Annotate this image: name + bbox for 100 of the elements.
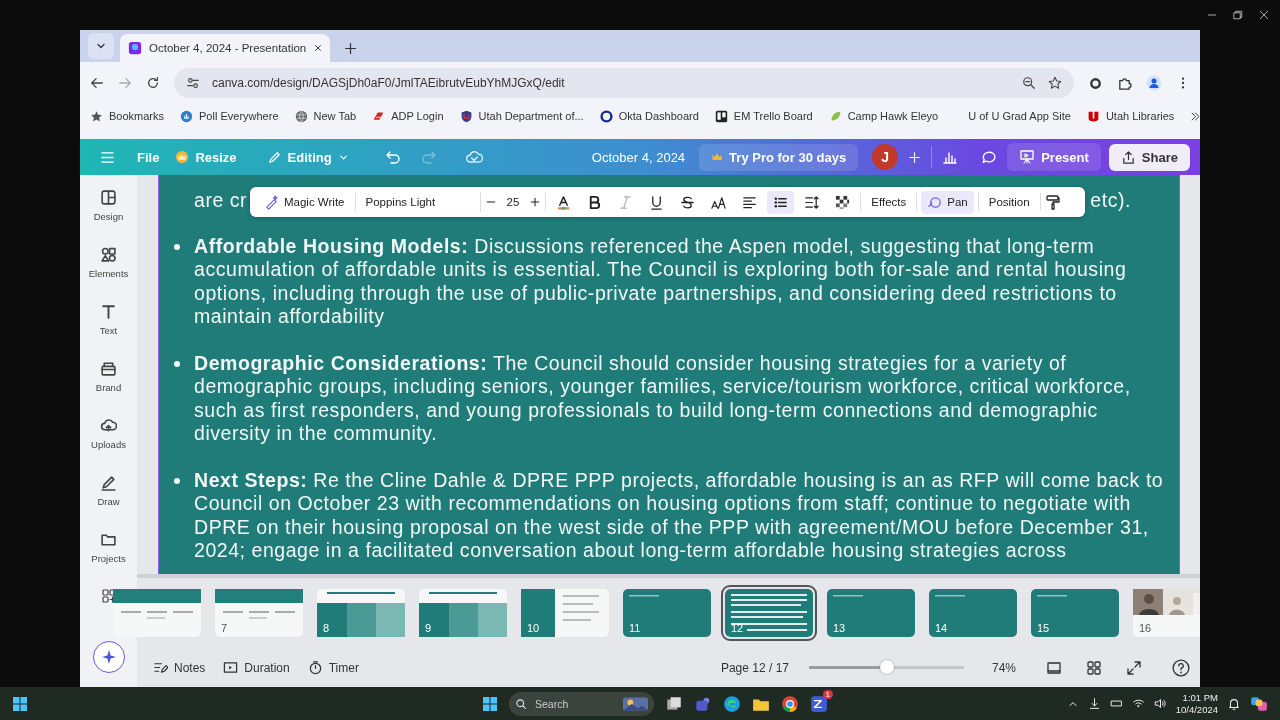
zoom-level[interactable]: 74% [984,660,1024,675]
bookmark-link[interactable]: Camp Hawk Eleyo [828,109,939,123]
magic-write-button[interactable]: Magic Write [258,190,351,214]
plus-icon[interactable] [529,196,542,208]
search-bar[interactable]: Search [509,691,654,716]
menu-icon[interactable] [100,149,115,165]
slide-thumbnail[interactable] [419,589,507,637]
help-icon[interactable] [1172,658,1190,677]
puzzle-icon[interactable] [1117,75,1132,91]
search-field[interactable]: Search [533,696,617,711]
slide-thumbnail[interactable] [317,589,405,637]
bookmark-link[interactable]: Utah Department of... [459,109,584,123]
present-button[interactable]: Present [1007,143,1101,171]
site-info-icon[interactable] [186,76,200,90]
copilot-icon[interactable] [1250,694,1268,713]
presentation-icon [1019,149,1036,165]
task-view-icon[interactable] [665,694,683,713]
close-icon[interactable] [1258,9,1270,21]
bullet-text: Affordable Housing Models: Discussions referenced the Aspen model, suggesting that long-term accumulation of affordable units is essential. The Council is exploring both for-sale and rental housing options, including through the use of public-private partnerships, and considering deed restrictions to maintain affordability [194,234,1128,329]
share-icon [1120,149,1136,165]
notification-bell-icon[interactable] [1227,696,1241,711]
chrome-icon[interactable] [781,694,799,713]
slide-thumbnail[interactable] [1031,589,1119,637]
share-button[interactable]: Share [1108,143,1190,171]
grid-view-icon[interactable] [1086,659,1102,676]
bookmark-link[interactable]: Bookmarks [90,109,165,123]
cloud-check-icon[interactable] [464,148,483,166]
undo-icon[interactable] [384,149,401,165]
download-icon[interactable] [1087,697,1101,710]
try-pro-button[interactable]: Try Pro for 30 days [699,143,859,171]
restore-icon[interactable] [1232,9,1244,21]
slide-thumbnail[interactable] [521,589,609,637]
bookmark-link[interactable]: ADP Login [372,109,444,123]
profile-icon[interactable] [1146,75,1162,91]
slide-number: 12 [731,622,744,634]
font-size-field[interactable]: 25 [500,194,526,210]
single-page-view-icon[interactable] [1046,659,1062,676]
user-avatar[interactable]: J [872,144,899,170]
bookmark-link[interactable]: EM Trello Board [714,109,813,123]
notes-button[interactable]: Notes [147,656,212,679]
line-spacing-icon [804,194,820,210]
bookmark-link[interactable]: Utah Libraries [1086,109,1175,123]
reload-icon[interactable] [146,76,160,90]
start-icon[interactable] [482,695,498,712]
slide-thumbnail[interactable] [827,589,915,637]
sidebar-item[interactable]: Design [93,189,124,246]
magic-button[interactable] [92,641,125,673]
clock[interactable]: 1:01 PM 10/4/2024 [1175,691,1218,716]
sidebar-item[interactable]: Brand [95,360,122,417]
page-indicator: Page 12 / 17 [720,660,789,675]
address-bar[interactable]: canva.com/design/DAGSjDh0aF0/JmlTAEibrutvEubYhMJGxQ/edit [174,68,1074,98]
slide-thumbnail[interactable]: 16 [1133,589,1200,637]
chevron-double-right-icon[interactable] [1190,110,1200,122]
bookmark-link[interactable]: Poll Everywhere [180,109,279,123]
bar-chart-icon[interactable] [942,149,959,165]
fullscreen-icon[interactable] [1126,659,1142,676]
sidebar-item[interactable]: Text [99,303,118,360]
bookmark-link[interactable]: Okta Dashboard [599,109,699,123]
duration-button[interactable]: Duration [217,656,296,679]
wifi-icon[interactable] [1131,697,1145,710]
timer-button[interactable]: Timer [301,656,365,679]
sidebar-item[interactable]: Projects [91,531,126,588]
zoom-icon[interactable] [1022,76,1036,90]
close-icon[interactable] [313,43,324,53]
paint-roller-icon[interactable] [1044,194,1061,210]
text-color-icon [556,194,572,210]
document-title[interactable]: October 4, 2024 [591,149,686,165]
bullet-list-button[interactable] [767,190,795,214]
underline-icon [649,194,665,210]
volume-icon[interactable] [1153,697,1167,710]
star-icon[interactable] [1048,76,1062,90]
slide-thumbnail[interactable] [113,589,201,637]
back-icon[interactable] [90,76,104,90]
new-tab-icon[interactable] [344,42,357,55]
slide-text: etc). [1090,189,1131,213]
app-icon[interactable] [810,694,828,713]
sidebar-item[interactable]: Elements [88,246,129,303]
slide-thumbnail[interactable] [929,589,1017,637]
sidebar-item[interactable]: Uploads [91,417,126,474]
star-icon [90,109,103,123]
bookmark-link[interactable]: New Tab [294,109,357,123]
start-icon[interactable] [12,695,28,712]
sidebar-item[interactable]: Draw [97,474,120,531]
browser-tab[interactable]: October 4, 2024 - Presentation [120,34,330,62]
play-box-icon [223,660,239,675]
bullet-icon [174,477,180,484]
pan-button[interactable]: Pan [921,190,974,214]
position-button[interactable]: Position [982,192,1036,212]
bookmark-link[interactable]: U of U Grad App Site [968,110,1071,122]
font-field[interactable]: Poppins Light [359,192,481,212]
bullet-text: Next Steps: Re the Cline Dahle & DPRE PPP projects, affordable housing is an as RFP will come back to Council on October 23 with recommendations on housing options from staff; continue to negotiate with DPRE on their housing proposal on the west side of the PPP with agreement/MOU before December 31, 2024; engage in a facilitated conversation about long-term affordable housing strategies across [194,468,1165,563]
slide-number: 7 [221,622,228,634]
effects-button[interactable]: Effects [865,192,913,212]
slide-thumbnail[interactable] [623,589,711,637]
edge-icon[interactable] [723,694,741,713]
network-icon[interactable] [1109,697,1123,710]
add-user-icon[interactable] [908,150,922,164]
slide-thumbnail[interactable] [215,589,303,637]
slide-number: 15 [1037,622,1050,634]
bullet-text: Demographic Considerations: The Council should consider housing strategies for a variety of demographic groups, including seniors, younger families, service/tourism workforce, critical workforce, such as first responders, and young professionals to build long-term connections and demographic diversity in the community. [194,351,1132,446]
